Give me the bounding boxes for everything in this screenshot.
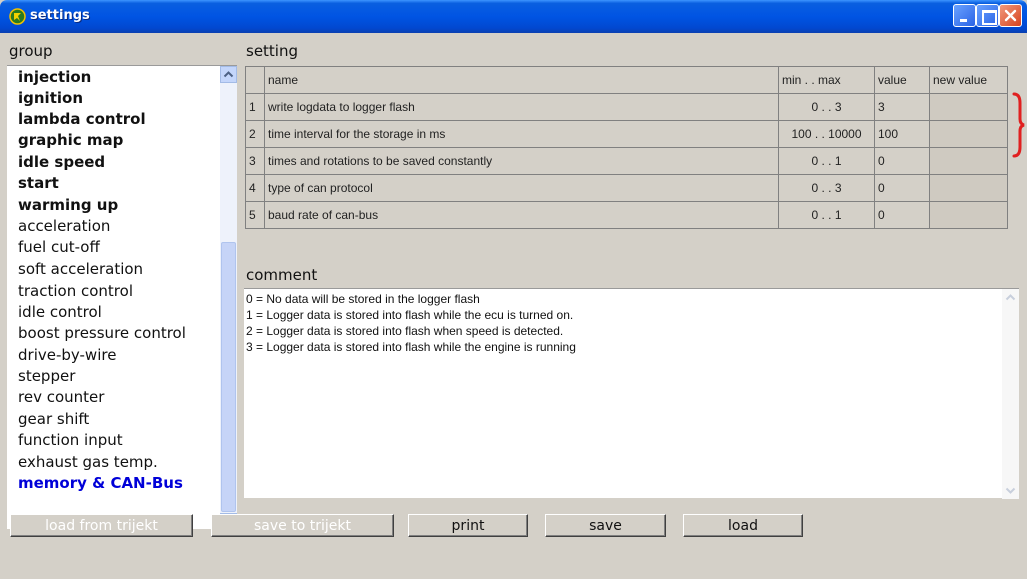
save-button[interactable]: save xyxy=(545,514,666,537)
group-item-traction-control[interactable]: traction control xyxy=(18,282,133,300)
scroll-down-arrow-icon xyxy=(1005,487,1016,494)
table-row[interactable]: 2 time interval for the storage in ms 10… xyxy=(245,120,1008,148)
minimize-button[interactable] xyxy=(953,4,976,27)
row-index: 3 xyxy=(245,147,265,175)
row-name: baud rate of can-bus xyxy=(264,201,779,229)
comment-line: 2 = Logger data is stored into flash whe… xyxy=(246,324,564,338)
scroll-thumb[interactable] xyxy=(221,242,236,512)
group-item-ignition[interactable]: ignition xyxy=(18,89,83,107)
group-item-drive-by-wire[interactable]: drive-by-wire xyxy=(18,346,116,364)
row-value: 0 xyxy=(874,201,930,229)
header-value: value xyxy=(874,66,930,94)
comment-textarea[interactable]: 0 = No data will be stored in the logger… xyxy=(244,288,1019,499)
title-bar[interactable]: settings xyxy=(0,0,1027,33)
row-value: 100 xyxy=(874,120,930,148)
row-index: 5 xyxy=(245,201,265,229)
group-item-idle-control[interactable]: idle control xyxy=(18,303,102,321)
window-title: settings xyxy=(30,8,90,23)
load-button[interactable]: load xyxy=(683,514,803,537)
row-range: 0 . . 1 xyxy=(778,147,875,175)
row-index: 4 xyxy=(245,174,265,202)
settings-table: name min . . max value new value 1 write… xyxy=(245,66,1008,229)
row-index: 1 xyxy=(245,93,265,121)
row-name: type of can protocol xyxy=(264,174,779,202)
row-range: 100 . . 10000 xyxy=(778,120,875,148)
table-row[interactable]: 5 baud rate of can-bus 0 . . 1 0 xyxy=(245,201,1008,229)
row-range: 0 . . 3 xyxy=(778,174,875,202)
row-value: 3 xyxy=(874,93,930,121)
row-new-value-input[interactable] xyxy=(929,147,1008,175)
row-value: 0 xyxy=(874,147,930,175)
group-item-fuel-cut-off[interactable]: fuel cut-off xyxy=(18,238,100,256)
row-name: write logdata to logger flash xyxy=(264,93,779,121)
header-new-value: new value xyxy=(929,66,1008,94)
header-name: name xyxy=(264,66,779,94)
comment-line: 3 = Logger data is stored into flash whi… xyxy=(246,340,576,354)
close-icon xyxy=(1004,9,1017,22)
row-value: 0 xyxy=(874,174,930,202)
load-from-trijekt-button[interactable]: load from trijekt xyxy=(10,514,193,537)
table-header-row: name min . . max value new value xyxy=(245,66,1008,94)
group-list-scrollbar[interactable] xyxy=(220,66,237,530)
header-index-cell xyxy=(245,66,265,94)
table-row[interactable]: 4 type of can protocol 0 . . 3 0 xyxy=(245,174,1008,202)
group-item-gear-shift[interactable]: gear shift xyxy=(18,410,89,428)
red-brace-annotation xyxy=(1012,92,1025,158)
scroll-up-button[interactable] xyxy=(220,66,237,83)
group-list[interactable]: injection ignition lambda control graphi… xyxy=(7,65,237,530)
group-item-warming-up[interactable]: warming up xyxy=(18,196,118,214)
row-range: 0 . . 3 xyxy=(778,93,875,121)
comment-scroll-up-button[interactable] xyxy=(1002,289,1019,306)
group-item-graphic-map[interactable]: graphic map xyxy=(18,131,123,149)
group-item-idle-speed[interactable]: idle speed xyxy=(18,153,105,171)
row-name: time interval for the storage in ms xyxy=(264,120,779,148)
row-new-value-input[interactable] xyxy=(929,120,1008,148)
header-range: min . . max xyxy=(778,66,875,94)
save-to-trijekt-button[interactable]: save to trijekt xyxy=(211,514,394,537)
comment-label: comment xyxy=(246,266,318,284)
maximize-button[interactable] xyxy=(976,4,999,27)
client-area: group setting injection ignition lambda … xyxy=(0,33,1027,579)
group-label: group xyxy=(9,42,53,60)
scroll-up-arrow-icon xyxy=(223,71,234,78)
group-item-lambda-control[interactable]: lambda control xyxy=(18,110,146,128)
row-new-value-input[interactable] xyxy=(929,174,1008,202)
close-button[interactable] xyxy=(999,4,1022,27)
row-new-value-input[interactable] xyxy=(929,93,1008,121)
comment-line: 1 = Logger data is stored into flash whi… xyxy=(246,308,574,322)
row-name: times and rotations to be saved constant… xyxy=(264,147,779,175)
group-item-exhaust-gas-temp[interactable]: exhaust gas temp. xyxy=(18,453,158,471)
row-new-value-input[interactable] xyxy=(929,201,1008,229)
comment-line: 0 = No data will be stored in the logger… xyxy=(246,292,480,306)
comment-scroll-down-button[interactable] xyxy=(1002,482,1019,499)
row-range: 0 . . 1 xyxy=(778,201,875,229)
app-icon xyxy=(9,8,26,25)
group-item-boost-pressure-control[interactable]: boost pressure control xyxy=(18,324,186,342)
group-item-memory-can-bus[interactable]: memory & CAN-Bus xyxy=(18,474,183,492)
table-row[interactable]: 3 times and rotations to be saved consta… xyxy=(245,147,1008,175)
scroll-up-arrow-icon xyxy=(1005,294,1016,301)
group-item-start[interactable]: start xyxy=(18,174,59,192)
group-item-function-input[interactable]: function input xyxy=(18,431,123,449)
group-item-rev-counter[interactable]: rev counter xyxy=(18,388,104,406)
table-row[interactable]: 1 write logdata to logger flash 0 . . 3 … xyxy=(245,93,1008,121)
group-item-soft-acceleration[interactable]: soft acceleration xyxy=(18,260,143,278)
comment-scrollbar[interactable] xyxy=(1002,289,1019,499)
group-item-stepper[interactable]: stepper xyxy=(18,367,75,385)
setting-label: setting xyxy=(246,42,299,60)
group-item-acceleration[interactable]: acceleration xyxy=(18,217,110,235)
group-item-injection[interactable]: injection xyxy=(18,68,91,86)
row-index: 2 xyxy=(245,120,265,148)
print-button[interactable]: print xyxy=(408,514,528,537)
